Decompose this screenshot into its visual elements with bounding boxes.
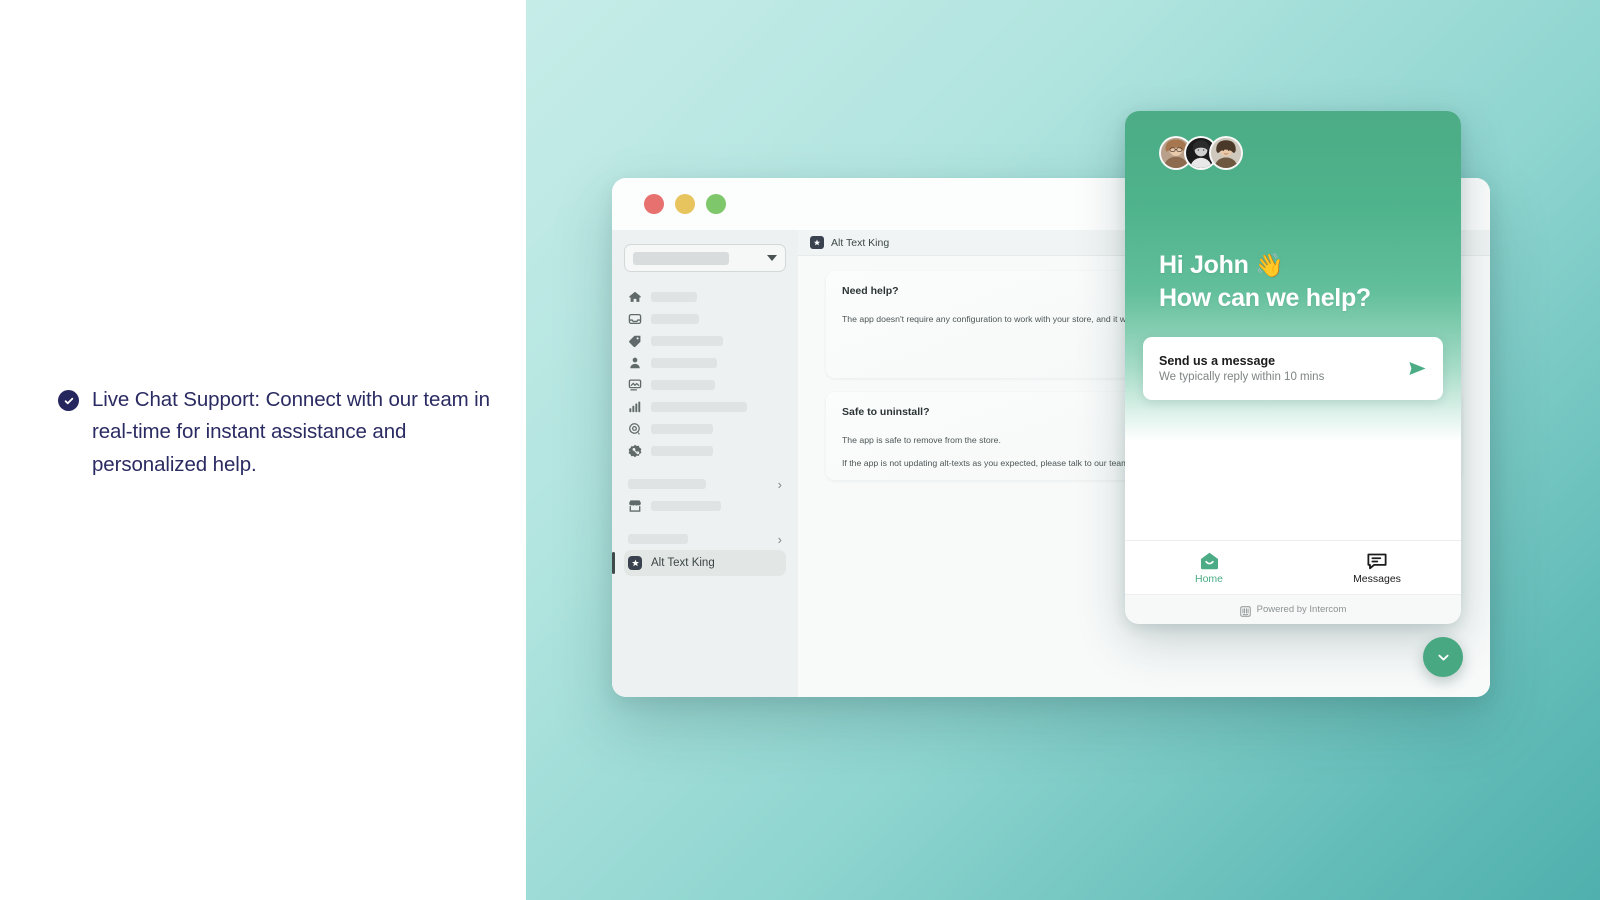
sidebar-item-customers[interactable] [624,352,786,374]
person-icon [628,356,642,370]
send-message-subtitle: We typically reply within 10 mins [1159,371,1325,383]
messenger-nav-messages-label: Messages [1353,572,1401,585]
messenger-greeting: Hi John 👋 How can we help? [1159,249,1371,314]
chevron-down-icon [1436,650,1451,665]
sidebar-label-placeholder [651,380,715,390]
home-icon [1200,551,1219,570]
messenger-footer: Powered by Intercom [1125,594,1461,624]
greeting-line-1: Hi John 👋 [1159,249,1371,282]
check-circle-icon [58,390,79,411]
messenger-body-spacer [1125,441,1461,540]
sidebar-group-apps[interactable]: › [624,528,786,550]
minimize-window-button[interactable] [675,194,695,214]
teammate-avatar-3 [1209,136,1243,170]
left-content-panel: Live Chat Support: Connect with our team… [0,0,526,900]
sidebar-item-label: Alt Text King [651,557,715,569]
analytics-icon [628,400,642,414]
sidebar-label-placeholder [651,402,747,412]
messenger-nav-home-label: Home [1194,572,1223,585]
tag-icon [628,334,642,348]
app-sidebar: › › Alt Text King [612,230,798,697]
marketing-icon [628,422,642,436]
sidebar-label-placeholder [651,336,723,346]
sidebar-label-placeholder [651,446,713,456]
messenger-nav-home[interactable]: Home [1125,541,1293,594]
selection-indicator [612,552,615,574]
messenger-launcher-close-button[interactable] [1423,637,1463,677]
close-window-button[interactable] [644,194,664,214]
sidebar-item-orders[interactable] [624,308,786,330]
send-paper-plane-icon[interactable] [1408,359,1427,378]
store-icon [628,499,642,513]
send-us-a-message-card[interactable]: Send us a message We typically reply wit… [1143,337,1443,400]
store-selector[interactable] [624,244,786,272]
sidebar-item-products[interactable] [624,330,786,352]
messenger-bottom-nav: Home Messages [1125,540,1461,594]
intercom-logo-icon [1239,604,1251,617]
home-icon [628,290,642,304]
greeting-line-2: How can we help? [1159,283,1371,312]
sidebar-group-label-placeholder [628,479,706,489]
waving-hand-icon: 👋 [1255,252,1284,278]
send-message-text-block: Send us a message We typically reply wit… [1159,354,1408,383]
powered-by-intercom-label: Powered by Intercom [1256,604,1347,615]
sidebar-item-analytics[interactable] [624,396,786,418]
sidebar-item-online-store[interactable] [624,495,786,517]
alt-text-king-app-icon [628,556,642,570]
content-icon [628,378,642,392]
sidebar-label-placeholder [651,292,697,302]
app-tab-label: Alt Text King [831,236,890,249]
alt-text-king-app-icon [810,236,824,249]
teammate-avatar-group [1159,136,1243,170]
sidebar-item-home[interactable] [624,286,786,308]
greeting-name-text: Hi John [1159,251,1249,279]
discount-icon [628,444,642,458]
sidebar-item-alt-text-king[interactable]: Alt Text King [612,550,786,576]
sidebar-label-placeholder [651,501,721,511]
chevron-right-icon: › [777,531,782,547]
chevron-right-icon: › [777,476,782,492]
intercom-messenger: Hi John 👋 How can we help? Send us a mes… [1125,111,1461,624]
sidebar-item-discounts[interactable] [624,440,786,462]
inbox-icon [628,312,642,326]
sidebar-item-content[interactable] [624,374,786,396]
messenger-hero: Hi John 👋 How can we help? Send us a mes… [1125,111,1461,441]
messages-icon [1367,551,1387,570]
messenger-nav-messages[interactable]: Messages [1293,541,1461,594]
sidebar-group-sales-channels[interactable]: › [624,473,786,495]
send-message-title: Send us a message [1159,354,1276,368]
maximize-window-button[interactable] [706,194,726,214]
sidebar-group-label-placeholder [628,534,688,544]
chevron-down-icon [767,255,777,261]
sidebar-label-placeholder [651,424,713,434]
store-selector-value-placeholder [633,251,729,265]
sidebar-item-marketing[interactable] [624,418,786,440]
feature-bullet-row: Live Chat Support: Connect with our team… [58,384,498,481]
screenshot-root: Live Chat Support: Connect with our team… [0,0,1600,900]
sidebar-label-placeholder [651,358,717,368]
sidebar-label-placeholder [651,314,699,324]
feature-description: Live Chat Support: Connect with our team… [92,388,490,476]
